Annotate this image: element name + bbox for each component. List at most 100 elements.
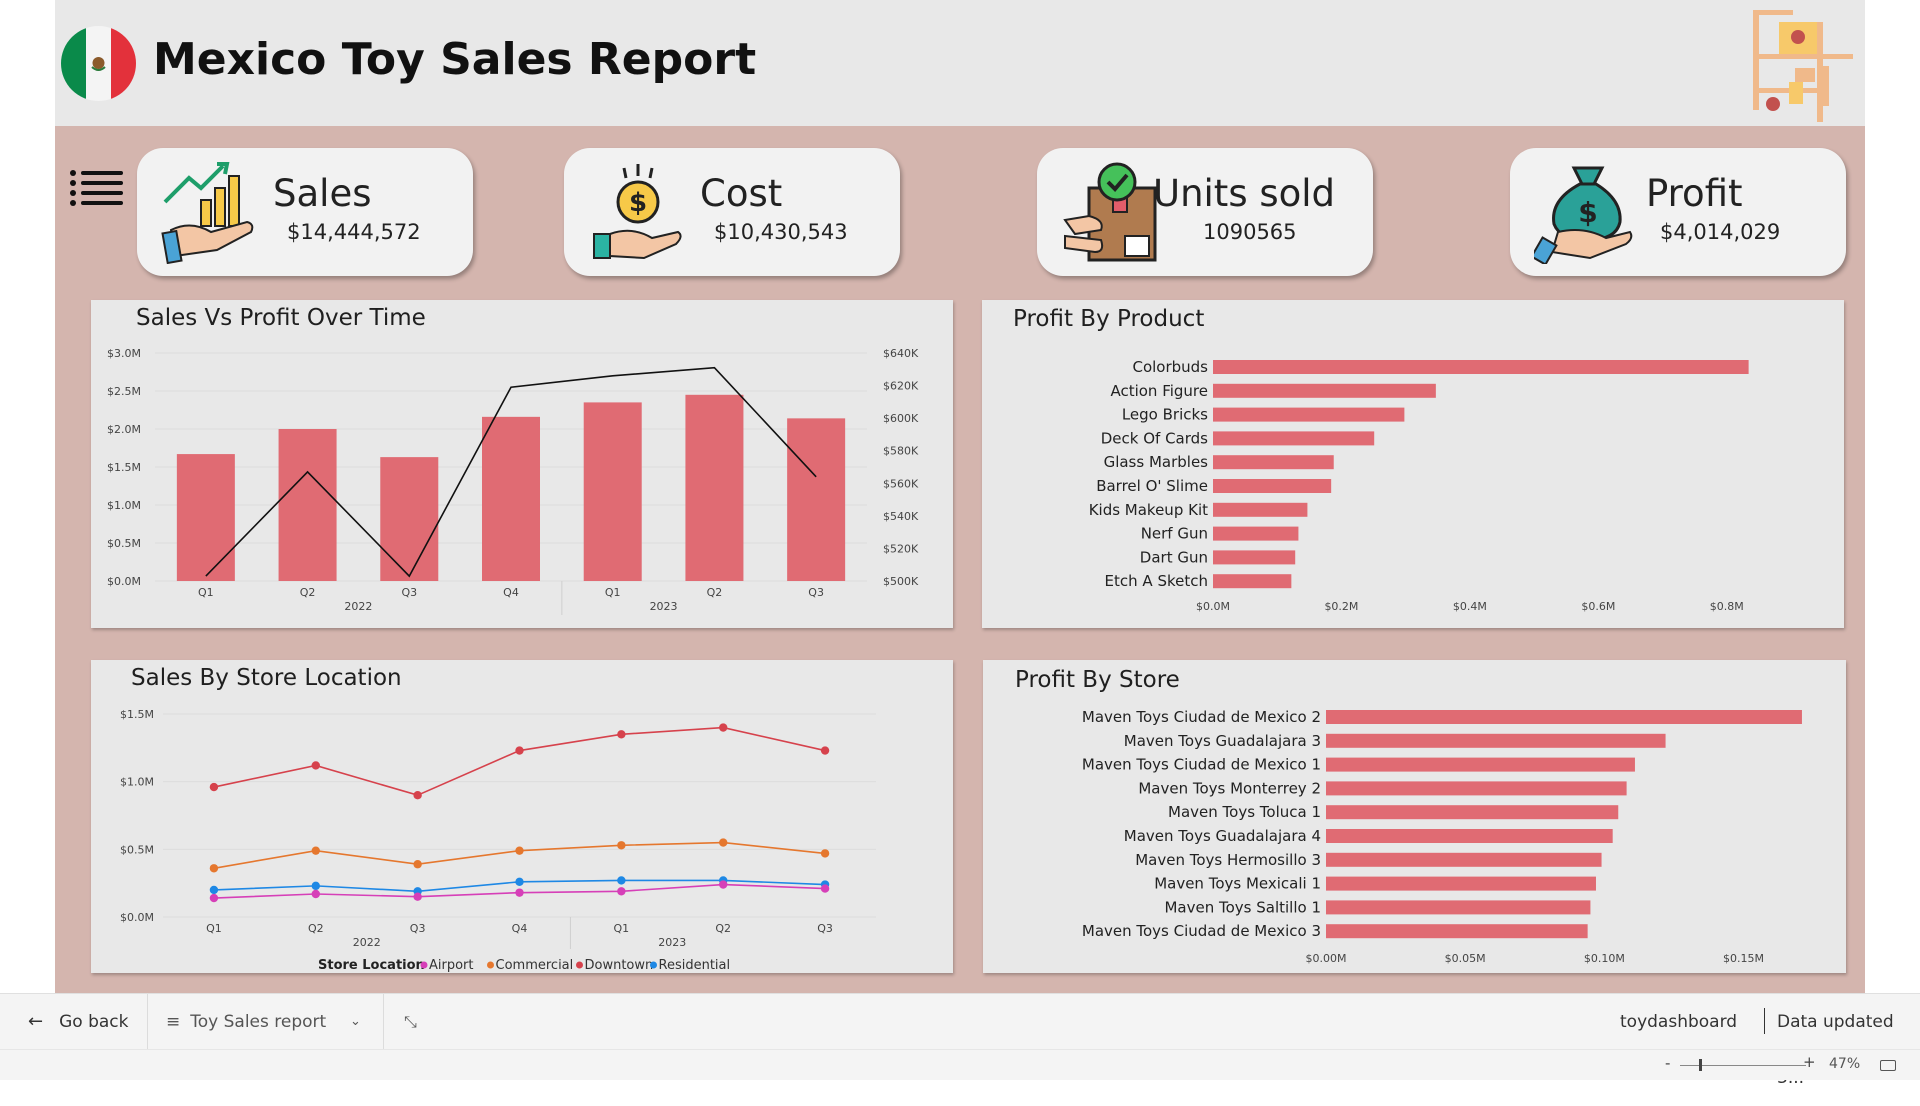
kpi-value-sales: $14,444,572: [287, 220, 421, 244]
y-tick-label: $2.0M: [107, 423, 141, 436]
y-tick-label: $2.5M: [107, 385, 141, 398]
bar: [1213, 383, 1436, 398]
x-tick-label: $0.2M: [1324, 600, 1358, 613]
report-page-dropdown[interactable]: ≡ Toy Sales report ⌄: [166, 994, 366, 1050]
x-tick-label: Q3: [808, 586, 824, 599]
go-back-button[interactable]: ← Go back: [28, 994, 148, 1050]
category-label: Maven Toys Ciudad de Mexico 3: [1082, 922, 1321, 940]
collapse-icon[interactable]: ⤡: [404, 994, 417, 1050]
bar: [1326, 900, 1591, 915]
point-downtown: [515, 746, 524, 755]
coin-hand-icon: $: [593, 164, 682, 260]
chart-sales-vs-profit[interactable]: Sales Vs Profit Over Time $0.0M $0.5M $1.0…: [91, 300, 953, 628]
category-label: Maven Toys Guadalajara 3: [1124, 732, 1321, 750]
money-bag-icon: $: [1534, 166, 1633, 264]
line-downtown: [213, 726, 826, 797]
x-tick-label: Q1: [614, 922, 630, 935]
y-tick-label: $0.0M: [120, 911, 154, 924]
legend-marker: [650, 961, 657, 969]
bar: [1326, 924, 1588, 939]
report-header: Mexico Toy Sales Report: [55, 0, 1865, 126]
bar: [1326, 733, 1666, 748]
y2-tick-label: $640K: [883, 347, 919, 360]
x-tick-label: $0.10M: [1584, 952, 1625, 965]
y2-tick-label: $580K: [883, 445, 919, 458]
category-label: Lego Bricks: [1122, 406, 1208, 424]
bar: [1326, 852, 1602, 867]
divider: [147, 994, 148, 1050]
chart-profit-by-store[interactable]: Profit By Store Maven Toys Ciudad de Mex…: [983, 660, 1846, 973]
x-tick-label: $0.15M: [1723, 952, 1764, 965]
point-airport: [820, 884, 830, 893]
kpi-value-units: 1090565: [1203, 220, 1297, 244]
category-label: Maven Toys Hermosillo 3: [1135, 851, 1321, 869]
zoom-level: 47%: [1829, 1056, 1861, 1072]
legend-item: Commercial: [496, 958, 574, 973]
y2-tick-label: $620K: [883, 380, 919, 393]
kpi-card-units: Units sold 1090565: [1037, 148, 1373, 276]
bar: [1326, 757, 1635, 772]
y-tick-label: $1.5M: [107, 461, 141, 474]
x-tick-label: $0.4M: [1453, 600, 1487, 613]
point-airport: [311, 889, 320, 899]
x-tick-label: Q2: [308, 922, 324, 935]
bar: [1326, 781, 1627, 796]
bar-sales: [176, 454, 235, 581]
bar-sales: [685, 394, 744, 581]
category-label: Deck Of Cards: [1101, 429, 1208, 447]
sales-profit-svg: $0.0M $0.5M $1.0M $1.5M $2.0M $2.5M $3.0M $500K…: [107, 347, 919, 615]
chart-sales-by-location[interactable]: Sales By Store Location $0.0M $0.5M $1.0M $…: [91, 660, 953, 973]
legend-item: Downtown: [585, 958, 654, 973]
x-year-label: 2023: [658, 936, 686, 949]
toy-shelf-icon: [1753, 10, 1853, 122]
bar: [1326, 876, 1596, 891]
zoom-slider-thumb[interactable]: [1699, 1059, 1702, 1071]
x-year-label: 2023: [650, 600, 678, 613]
y-tick-label: $0.0M: [107, 575, 141, 588]
y-tick-label: $3.0M: [107, 347, 141, 360]
zoom-in-button[interactable]: +: [1803, 1053, 1816, 1071]
zoom-out-button[interactable]: -: [1665, 1054, 1670, 1072]
kpi-label-profit: Profit: [1646, 172, 1743, 215]
x-tick-label: $0.00M: [1306, 952, 1347, 965]
point-downtown: [617, 730, 626, 739]
legend-marker: [487, 961, 494, 969]
kpi-card-sales: Sales $14,444,572: [137, 148, 473, 276]
page-title: Mexico Toy Sales Report: [153, 34, 757, 85]
point-airport: [209, 893, 219, 903]
list-icon: ≡: [166, 1012, 181, 1032]
legend-marker: [576, 961, 583, 969]
fit-to-page-icon[interactable]: [1880, 1060, 1896, 1071]
point-residential: [515, 877, 524, 887]
bar-sales: [583, 402, 642, 581]
category-label: Glass Marbles: [1104, 453, 1209, 471]
x-year-label: 2022: [353, 936, 381, 949]
bar: [1213, 574, 1292, 589]
kpi-card-cost: $ Cost $10,430,543: [564, 148, 900, 276]
kpi-label-sales: Sales: [273, 172, 372, 215]
category-label: Maven Toys Toluca 1: [1168, 803, 1321, 821]
chart-profit-by-product[interactable]: Profit By Product Colorbuds Action Figure…: [982, 300, 1844, 628]
menu-list-icon[interactable]: [69, 168, 125, 208]
divider: [1764, 1008, 1765, 1034]
point-downtown: [719, 723, 728, 732]
x-tick-label: Q4: [503, 586, 519, 599]
point-residential: [617, 876, 626, 885]
bar: [1213, 479, 1332, 493]
x-tick-label: $0.8M: [1710, 600, 1744, 613]
bar: [1213, 550, 1296, 565]
bar-sales: [787, 418, 846, 581]
y-tick-label: $0.5M: [120, 843, 154, 856]
data-updated-label: Data updated 3...: [1777, 1012, 1894, 1088]
x-tick-label: $0.05M: [1445, 952, 1486, 965]
x-tick-label: Q1: [198, 586, 214, 599]
category-label: Maven Toys Ciudad de Mexico 1: [1082, 756, 1321, 774]
category-label: Barrel O' Slime: [1096, 477, 1208, 495]
point-commercial: [719, 838, 728, 847]
kpi-label-cost: Cost: [700, 172, 783, 215]
point-downtown: [820, 746, 830, 755]
category-label: Maven Toys Mexicali 1: [1154, 875, 1321, 893]
bar-sales: [380, 457, 439, 581]
point-downtown: [311, 761, 320, 770]
y-tick-label: $0.5M: [107, 537, 141, 550]
